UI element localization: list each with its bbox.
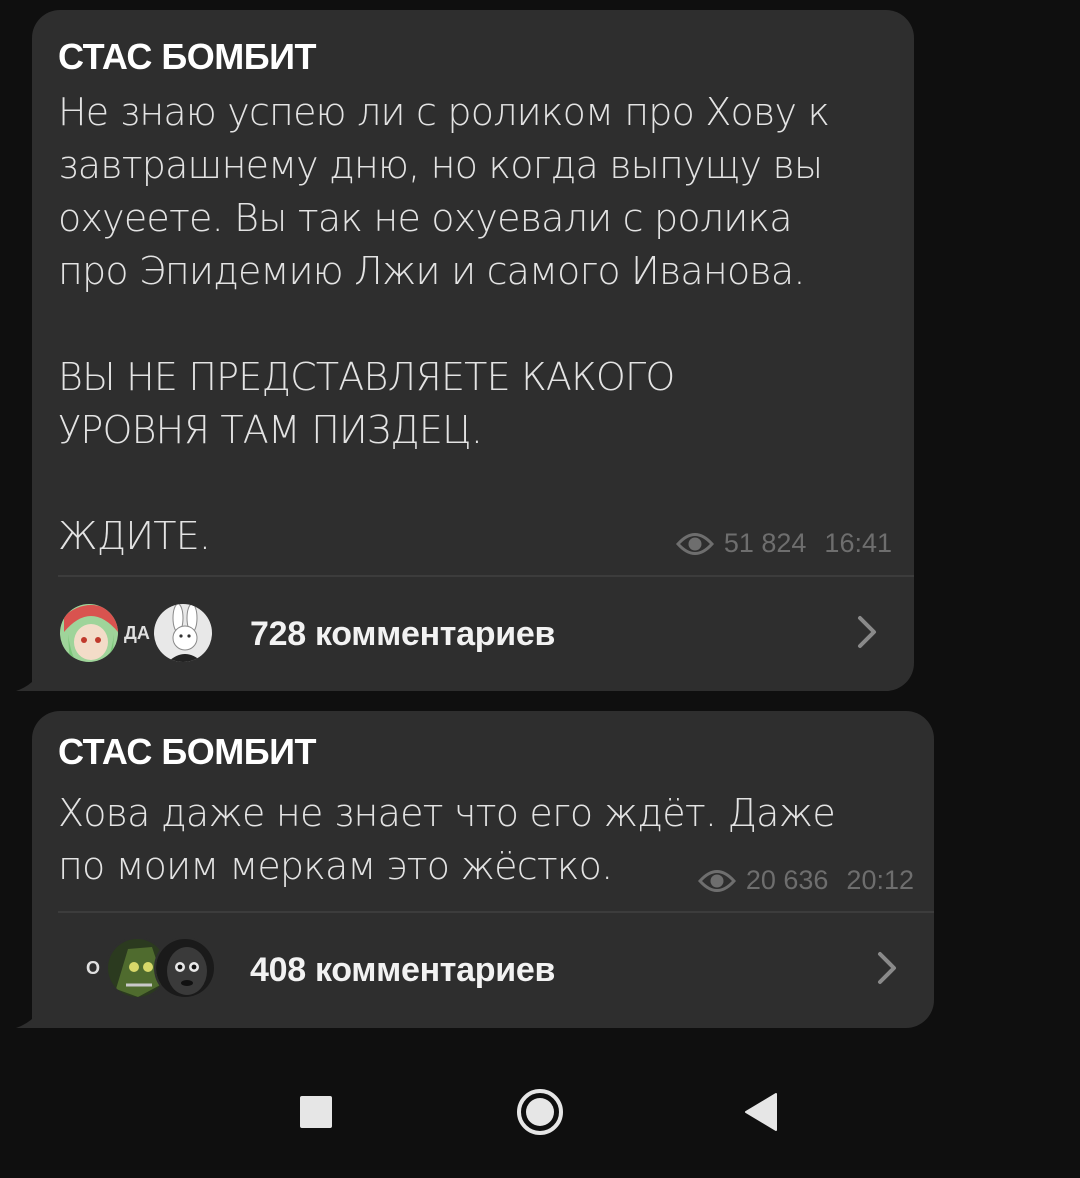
avatar-initials: ДА <box>124 622 150 643</box>
commenter-avatars: О <box>86 937 217 999</box>
chevron-right-icon <box>856 614 878 655</box>
navigation-bar <box>0 1050 1080 1178</box>
post-meta: 20 636 20:12 <box>697 865 914 896</box>
view-count: 20 636 <box>745 865 829 895</box>
comments-count: 408 комментариев <box>250 951 556 989</box>
post-time: 20:12 <box>846 865 914 895</box>
channel-post[interactable]: СТАС БОМБИТ Не знаю успею ли с роликом п… <box>32 10 914 691</box>
post-time: 16:41 <box>824 528 892 558</box>
post-text: Не знаю успею ли с роликом про Хову к за… <box>58 90 830 558</box>
commenter-avatars: ДА <box>58 602 214 664</box>
chat-screen: СТАС БОМБИТ Не знаю успею ли с роликом п… <box>0 0 1080 1178</box>
eye-icon <box>675 531 714 557</box>
post-author[interactable]: СТАС БОМБИТ <box>58 731 317 773</box>
comments-button[interactable]: ДА 728 комментариев <box>32 577 914 691</box>
stop-icon[interactable] <box>300 1096 332 1133</box>
post-author[interactable]: СТАС БОМБИТ <box>58 36 317 78</box>
eye-icon <box>697 868 736 894</box>
channel-post[interactable]: СТАС БОМБИТ Хова даже не знает что его ж… <box>32 711 934 1028</box>
home-icon[interactable] <box>515 1087 565 1142</box>
comments-button[interactable]: О 408 комментариев <box>32 913 934 1028</box>
back-icon[interactable] <box>744 1092 778 1137</box>
comments-count: 728 комментариев <box>250 614 556 653</box>
post-meta: 51 824 16:41 <box>675 528 892 559</box>
avatar <box>58 602 120 664</box>
view-count: 51 824 <box>723 528 807 558</box>
avatar-initials: О <box>86 957 101 978</box>
avatar <box>151 602 214 664</box>
chevron-right-icon <box>876 950 898 991</box>
avatar <box>154 937 217 999</box>
